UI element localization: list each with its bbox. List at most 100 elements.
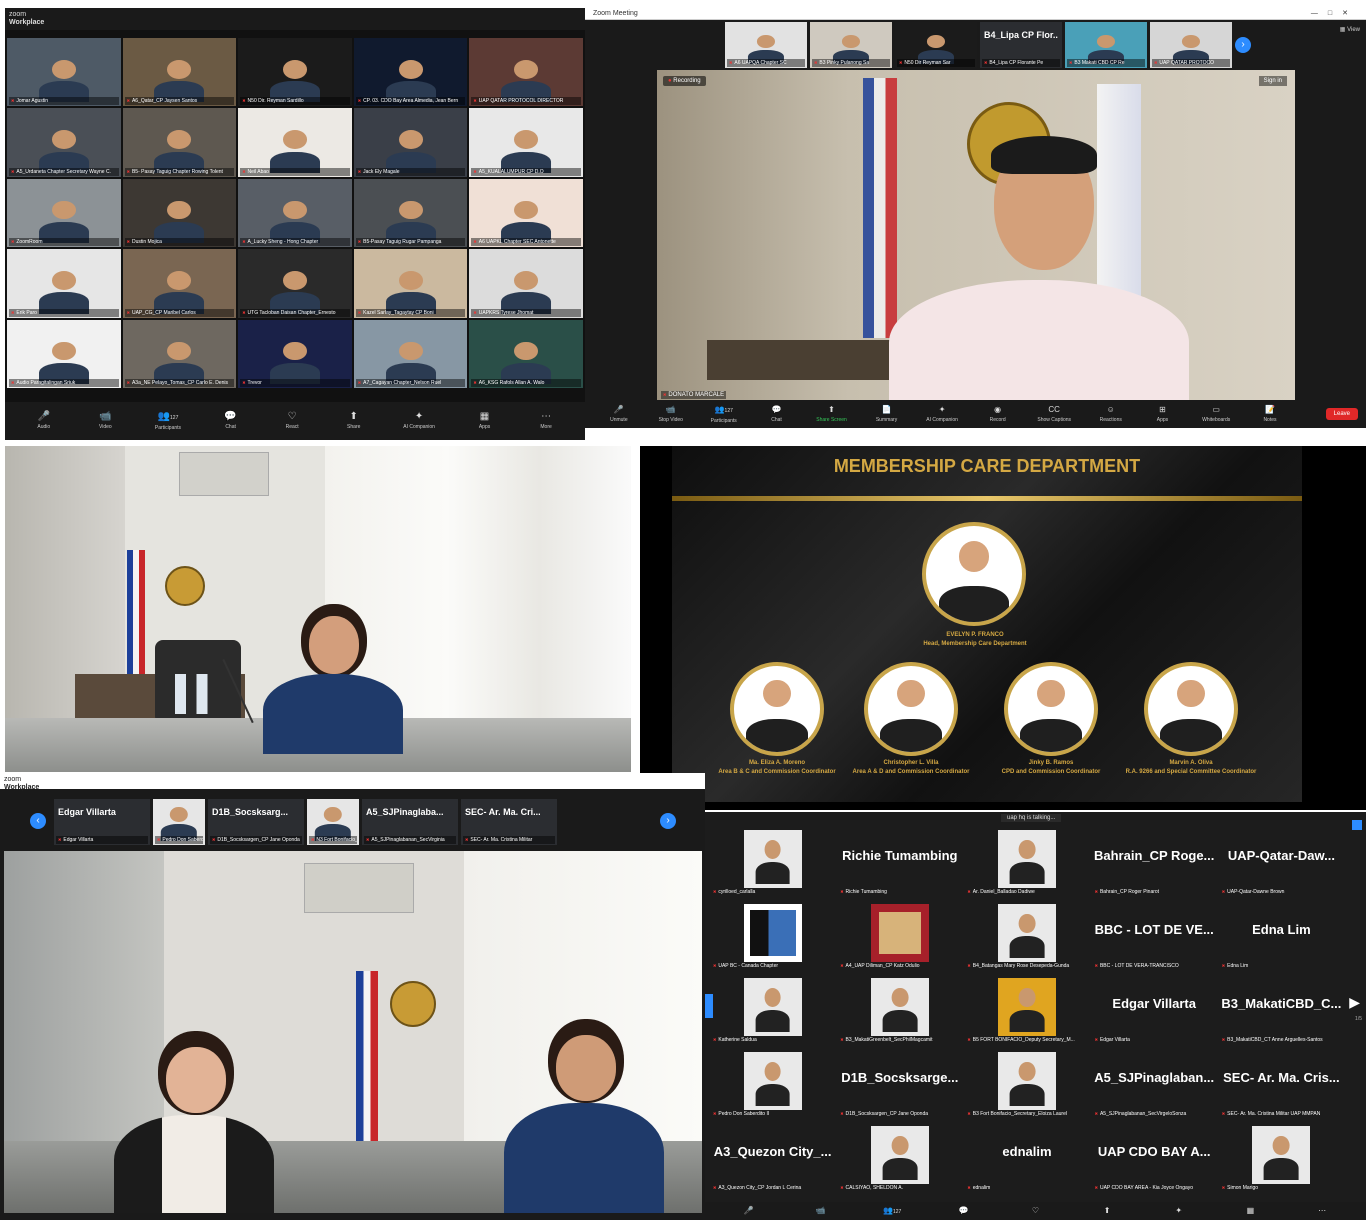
thumbnail-tile[interactable]: B3 Pinky Pulanong Sa xyxy=(810,22,892,68)
participant-tile[interactable]: UAP_CG_CP Maribel Carlos xyxy=(122,249,237,318)
participant-tile[interactable]: B4_Batangas Mary Rose Desepeda-Gunda xyxy=(963,898,1091,972)
participant-tile[interactable]: A3_Quezon City_... A3_Quezon City_CP Jord… xyxy=(709,1120,837,1194)
control-participants[interactable]: 👥127 Participants xyxy=(155,411,181,431)
participant-tile[interactable]: A7_Cagayan Chapter_Nelson Ruel xyxy=(353,319,468,388)
participant-tile[interactable]: B5-Pasay Taguig Rugar Pampanga xyxy=(353,178,468,248)
thumbnail-tile[interactable]: A6 UAPQA Chapter SC xyxy=(725,22,807,68)
participant-tile[interactable]: Ar. Daniel_Balladao Dadiwe xyxy=(963,824,1091,898)
control-apps[interactable]: ▦ xyxy=(1238,1206,1262,1216)
participant-tile[interactable]: BBC - LOT DE VE... BBC - LOT DE VERA-TRAN… xyxy=(1090,898,1218,972)
participant-tile[interactable]: A6_KSG Rafols Allan A. Walo xyxy=(469,319,583,388)
participant-tile[interactable]: Bahrain_CP Roge... Bahrain_CP Roger Pinar… xyxy=(1090,824,1218,898)
thumbnail-tile[interactable]: SEC- Ar. Ma. Cri... SEC- Ar. Ma. Cristina… xyxy=(461,799,557,845)
next-page-arrow[interactable]: › xyxy=(660,813,676,829)
close-button[interactable]: ✕ xyxy=(1342,10,1358,17)
participant-tile[interactable]: B3 Fort Bonifacio_Secretary_Eloiza Laure… xyxy=(963,1046,1091,1120)
participant-tile[interactable]: A3a_NE Pelayo_Tomas_CP Carlo E. Denis xyxy=(122,319,237,388)
participant-tile[interactable]: B5- Pasay Taguig Chapter Rowing Tolent xyxy=(122,108,237,177)
thumbnail-tile[interactable]: N50 Dir Reyman Sar xyxy=(895,22,977,68)
participant-tile[interactable]: Katherine Saldua xyxy=(709,972,837,1046)
control-react[interactable]: ♡ xyxy=(1023,1206,1047,1216)
thumbnail-tile[interactable]: A5_SJPinaglaba... A5_SJPinaglabanan_SecVi… xyxy=(362,799,458,845)
control-share-screen[interactable]: ⬆ Share Screen xyxy=(816,405,847,423)
participant-tile[interactable]: A5_Urdaneta Chapter Secretary Wayne C. xyxy=(7,108,121,177)
thumbnail-tile[interactable]: B4_Lipa CP Flor... B4_Lipa CP Florante Pe xyxy=(980,22,1062,68)
control-audio[interactable]: 🎤 Audio xyxy=(32,412,56,431)
participant-tile[interactable]: Jack Ely Magale xyxy=(353,108,468,177)
view-button[interactable]: ▦ View xyxy=(1340,26,1360,33)
participant-tile[interactable]: Neil Abao xyxy=(238,108,352,177)
leave-button[interactable]: Leave xyxy=(1325,408,1358,420)
prev-page-arrow[interactable]: ‹ xyxy=(30,813,46,829)
participant-tile[interactable]: UAP CDO BAY A... UAP CDO BAY AREA - Kia J… xyxy=(1090,1120,1218,1194)
control-ai-companion[interactable]: ✦ xyxy=(1167,1206,1191,1216)
participant-tile[interactable]: Richie Tumambing Richie Tumambing xyxy=(836,824,964,898)
participant-tile[interactable]: A5_SJPinaglaban... A5_SJPinaglabanan_SecV… xyxy=(1090,1046,1218,1120)
window-controls[interactable]: —□✕ xyxy=(1311,10,1358,17)
control-summary[interactable]: 📄 Summary xyxy=(875,405,899,423)
participant-tile[interactable]: Edgar Villarta Edgar Villarta xyxy=(1090,972,1218,1046)
participant-tile[interactable]: Erik Paro xyxy=(7,249,121,318)
participant-tile[interactable]: CALSIYAO, SHELDON A. xyxy=(836,1120,964,1194)
participant-tile[interactable]: UAP-Qatar-Daw... UAP-Qatar-Dawne Brown xyxy=(1217,824,1345,898)
thumbnail-tile[interactable]: B3 Makati CBD CP Re xyxy=(1065,22,1147,68)
participant-tile[interactable]: B3_MakatiCBD_C... B3_MakatiCBD_CT Anne Ar… xyxy=(1217,972,1345,1046)
next-page-arrow[interactable]: › xyxy=(1235,37,1251,53)
participant-tile[interactable]: UAPKRS Tyrese Jhomat xyxy=(469,249,583,318)
control-record[interactable]: ◉ Record xyxy=(986,405,1010,423)
thumbnail-tile[interactable]: D1B_Socsksarg... D1B_Socsksargen_CP Jane … xyxy=(208,799,304,845)
participant-tile[interactable]: A6 UAPKL Chapter SEC Antonette xyxy=(469,178,583,248)
control-share[interactable]: ⬆ Share xyxy=(342,412,366,431)
minimize-button[interactable]: — xyxy=(1311,10,1328,17)
participant-tile[interactable]: UAP BC - Canada Chapter xyxy=(709,898,837,972)
participant-tile[interactable]: Pedro Don Saberdito II xyxy=(709,1046,837,1120)
control-more[interactable]: ⋯ More xyxy=(534,412,558,431)
control-share[interactable]: ⬆ xyxy=(1095,1206,1119,1216)
participant-tile[interactable]: Edna Lim Edna Lim xyxy=(1217,898,1345,972)
thumbnail-tile[interactable]: Pedro Don Saberdito II xyxy=(153,799,205,845)
participant-tile[interactable]: N50 Dir. Reyman Sardillo xyxy=(238,38,352,107)
participant-tile[interactable]: Audio Paragitalingan Sriuk xyxy=(7,319,121,388)
participant-tile[interactable]: Trevor xyxy=(238,319,352,388)
control-ai-companion[interactable]: ✦ AI Companion xyxy=(926,405,958,423)
sign-in-button[interactable]: Sign in xyxy=(1258,76,1287,86)
participant-tile[interactable]: D1B_Socsksarge... D1B_Socsksargen_CP Jane… xyxy=(836,1046,964,1120)
participant-tile[interactable]: A_Lucky Sheng - Hong Chapter xyxy=(238,178,352,248)
participant-tile[interactable]: B5 FORT BONIFACIO_Deputy Secretary_M... xyxy=(963,972,1091,1046)
participant-tile[interactable]: ednalim ednalim xyxy=(963,1120,1091,1194)
control-notes[interactable]: 📝 Notes xyxy=(1258,405,1282,423)
control-reactions[interactable]: ☺ Reactions xyxy=(1099,405,1123,423)
participant-tile[interactable]: cyrilloed_carlalla xyxy=(709,824,837,898)
maximize-button[interactable]: □ xyxy=(1328,10,1342,17)
participant-tile[interactable]: UTG Tacloban Daisan Chapter_Ernesto xyxy=(238,249,352,318)
participant-tile[interactable]: Dustin Mojica xyxy=(122,178,237,248)
participant-tile[interactable]: CP. 03. CDO Bay Area Almedia, Jean Bern xyxy=(353,38,468,107)
participant-tile[interactable]: A4_UAP Diliman_CP Katz Odulio xyxy=(836,898,964,972)
participant-tile[interactable]: B3_MakatiGreenbelt_SecPhilMagcamit xyxy=(836,972,964,1046)
control-video[interactable]: 📹 xyxy=(808,1206,832,1216)
control-react[interactable]: ♡ React xyxy=(280,412,304,431)
gallery-options-icon[interactable] xyxy=(1352,820,1362,830)
control-show-captions[interactable]: CC Show Captions xyxy=(1037,405,1071,423)
control-microphone[interactable]: 🎤 xyxy=(737,1206,761,1216)
control-apps[interactable]: ▦ Apps xyxy=(473,412,497,431)
control-more[interactable]: ⋯ xyxy=(1310,1206,1334,1216)
participant-tile[interactable]: A6_Qatar_CP Jaysen Santos xyxy=(122,38,237,107)
control-ai-companion[interactable]: ✦ AI Companion xyxy=(403,412,435,431)
participant-tile[interactable]: Kazel Sarlay_Tagaytay CP Boni xyxy=(353,249,468,318)
thumbnail-tile[interactable]: N3 Fort Bonifacio_Secretary xyxy=(307,799,359,845)
control-chat[interactable]: 💬 xyxy=(952,1206,976,1216)
participant-tile[interactable]: UAP QATAR PROTOCOL DIRECTOR xyxy=(469,38,583,107)
thumbnail-tile[interactable]: UAP QATAR PROTOCO xyxy=(1150,22,1232,68)
control-participants[interactable]: 👥127 Participants xyxy=(711,405,737,424)
control-video[interactable]: 📹 Video xyxy=(93,412,117,431)
control-chat[interactable]: 💬 Chat xyxy=(765,405,789,423)
control-unmute[interactable]: 🎤 Unmute xyxy=(607,405,631,423)
participant-tile[interactable]: ZoomRoom xyxy=(7,178,121,248)
control-apps[interactable]: ⊞ Apps xyxy=(1150,405,1174,423)
prev-page-arrow[interactable] xyxy=(705,994,713,1018)
participant-tile[interactable]: SEC- Ar. Ma. Cris... SEC- Ar. Ma. Cristin… xyxy=(1217,1046,1345,1120)
participant-tile[interactable]: A5_KUALALUMPUR CP D.O xyxy=(469,108,583,177)
control-whiteboards[interactable]: ▭ Whiteboards xyxy=(1202,405,1230,423)
participant-tile[interactable]: Simon Marigo xyxy=(1217,1120,1345,1194)
